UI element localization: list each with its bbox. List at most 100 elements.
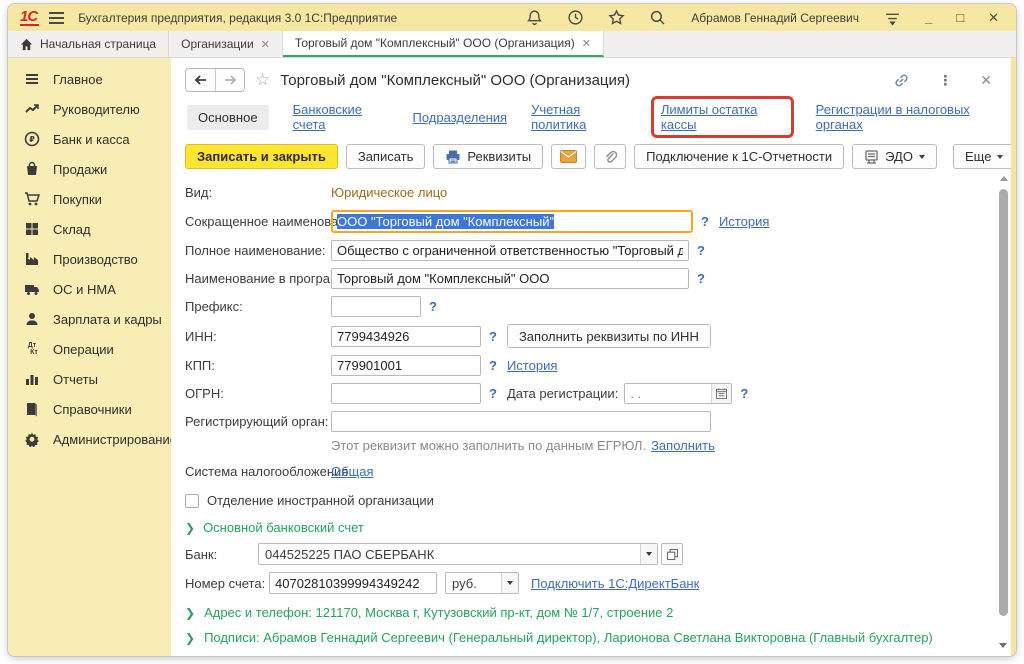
sidebar-item-administration[interactable]: Администрирование [8, 424, 171, 454]
tab-home[interactable]: Начальная страница [8, 31, 169, 57]
help-question-icon[interactable]: ? [489, 358, 497, 373]
sidebar-item-warehouse[interactable]: Склад [8, 214, 171, 244]
tax-system-link[interactable]: Общая [331, 464, 374, 479]
tab-organization-card[interactable]: Торговый дом "Комплексный" ООО (Организа… [283, 31, 604, 57]
section-address-phone[interactable]: ❯ Адрес и телефон: 121170, Москва г, Кут… [185, 605, 1001, 620]
section-signatures[interactable]: ❯ Подписи: Абрамов Геннадий Сергеевич (Г… [185, 630, 1001, 645]
sidebar-item-main[interactable]: Главное [8, 64, 171, 94]
short-name-history-link[interactable]: История [719, 214, 769, 229]
egrul-fill-link[interactable]: Заполнить [651, 438, 715, 453]
inn-label: ИНН: [185, 329, 331, 344]
edo-button[interactable]: ЭДО [852, 144, 937, 169]
bank-combo[interactable]: 044525225 ПАО СБЕРБАНК [258, 543, 658, 565]
directbank-link[interactable]: Подключить 1С:ДиректБанк [531, 576, 699, 591]
full-name-input[interactable] [331, 240, 689, 261]
tab-close-icon[interactable]: ✕ [261, 38, 270, 51]
gear-icon [24, 431, 40, 447]
sidebar-item-directories[interactable]: Справочники [8, 394, 171, 424]
sidebar-item-manager[interactable]: Руководителю [8, 94, 171, 124]
shopping-bag-icon [24, 161, 40, 177]
close-form-icon[interactable]: ✕ [980, 72, 992, 89]
home-icon [20, 38, 33, 51]
1c-logo-icon: 1С [20, 10, 39, 26]
short-name-input[interactable]: ООО "Торговый дом "Комплексный" [331, 210, 693, 233]
help-question-icon[interactable]: ? [740, 386, 748, 401]
nav-link-accounting-policy[interactable]: Учетная политика [531, 102, 629, 132]
sidebar-item-purchases[interactable]: Покупки [8, 184, 171, 214]
nav-link-tax-registrations[interactable]: Регистрации в налоговых органах [816, 102, 1001, 132]
scroll-up-icon[interactable] [1000, 176, 1008, 181]
nav-link-departments[interactable]: Подразделения [413, 110, 508, 125]
chevron-collapsed-icon: ❯ [185, 631, 195, 645]
foreign-branch-checkbox[interactable] [185, 494, 199, 508]
sidebar-item-bank-cash[interactable]: ₽ Банк и касса [8, 124, 171, 154]
save-button[interactable]: Записать [346, 144, 426, 169]
currency-combo[interactable]: руб. [445, 572, 519, 594]
open-bank-button[interactable] [661, 543, 683, 565]
back-button[interactable] [186, 69, 215, 91]
field-row-full-name: Полное наименование: ? [185, 240, 1001, 261]
close-window-button[interactable]: ✕ [988, 10, 999, 26]
sidebar-item-operations[interactable]: Дт Кт Операции [8, 334, 171, 364]
forward-button[interactable] [215, 69, 244, 91]
save-and-close-button[interactable]: Записать и закрыть [185, 144, 338, 169]
sidebar-item-production[interactable]: Производство [8, 244, 171, 274]
sidebar-item-salary-hr[interactable]: Зарплата и кадры [8, 304, 171, 334]
reg-date-input[interactable] [624, 383, 732, 404]
prefix-input[interactable] [331, 296, 421, 317]
trend-arrow-icon [24, 101, 40, 117]
help-question-icon[interactable]: ? [697, 271, 705, 286]
favorite-star-icon[interactable]: ☆ [255, 70, 270, 90]
maximize-button[interactable]: □ [956, 10, 964, 25]
book-icon [24, 401, 40, 417]
person-icon [24, 311, 40, 327]
fill-by-inn-button[interactable]: Заполнить реквизиты по ИНН [507, 324, 711, 348]
section-logo-stamp[interactable]: ❯ Логотип и печать [185, 655, 1001, 656]
attachments-button[interactable] [594, 144, 626, 169]
dropdown-caret-icon[interactable] [501, 573, 518, 593]
help-question-icon[interactable]: ? [489, 329, 497, 344]
get-link-icon[interactable] [893, 72, 910, 89]
dropdown-caret-icon[interactable] [640, 544, 657, 564]
ogrn-input[interactable] [331, 383, 481, 404]
inn-input[interactable] [331, 326, 481, 347]
more-button[interactable]: Еще [953, 144, 1011, 169]
service-menu-icon[interactable] [884, 9, 901, 26]
favorites-star-icon[interactable] [608, 9, 625, 26]
help-question-icon[interactable]: ? [697, 243, 705, 258]
chevron-down-icon [919, 155, 925, 159]
scroll-down-icon[interactable] [999, 643, 1007, 648]
help-question-icon[interactable]: ? [489, 386, 497, 401]
bank-label: Банк: [185, 547, 258, 562]
bank-section-header[interactable]: ❯ Основной банковский счет [185, 520, 1001, 535]
requisites-button[interactable]: Реквизиты [433, 144, 543, 169]
more-menu-icon[interactable]: ⋮ [938, 72, 952, 89]
sidebar-item-fixed-assets[interactable]: ОС и НМА [8, 274, 171, 304]
tab-organizations[interactable]: Организации ✕ [169, 31, 283, 57]
scrollbar-thumb[interactable] [999, 189, 1008, 616]
notifications-bell-icon[interactable] [526, 9, 543, 26]
nav-link-cash-limits[interactable]: Лимиты остатка кассы [661, 102, 758, 132]
nav-link-basic[interactable]: Основное [187, 105, 269, 130]
nav-link-bank-accounts[interactable]: Банковские счета [293, 102, 389, 132]
current-user-name[interactable]: Абрамов Геннадий Сергеевич [691, 11, 859, 25]
history-icon[interactable] [567, 9, 584, 26]
send-email-button[interactable] [551, 144, 586, 169]
main-menu-icon[interactable] [49, 9, 64, 27]
sidebar-item-reports[interactable]: Отчеты [8, 364, 171, 394]
kpp-history-link[interactable]: История [507, 358, 557, 373]
account-number-input[interactable] [269, 572, 437, 594]
tab-close-icon[interactable]: ✕ [582, 37, 591, 50]
calendar-icon[interactable] [711, 384, 731, 403]
window-frame-strip [1011, 58, 1016, 656]
kpp-input[interactable] [331, 355, 481, 376]
minimize-button[interactable]: _ [925, 10, 932, 25]
sidebar-item-sales[interactable]: Продажи [8, 154, 171, 184]
reg-authority-input[interactable] [331, 411, 711, 432]
vertical-scrollbar[interactable] [998, 176, 1009, 648]
help-question-icon[interactable]: ? [429, 299, 437, 314]
help-question-icon[interactable]: ? [701, 214, 709, 229]
search-icon[interactable] [649, 9, 666, 26]
connect-1c-reporting-button[interactable]: Подключение к 1С-Отчетности [634, 144, 844, 169]
program-name-input[interactable] [331, 268, 689, 289]
